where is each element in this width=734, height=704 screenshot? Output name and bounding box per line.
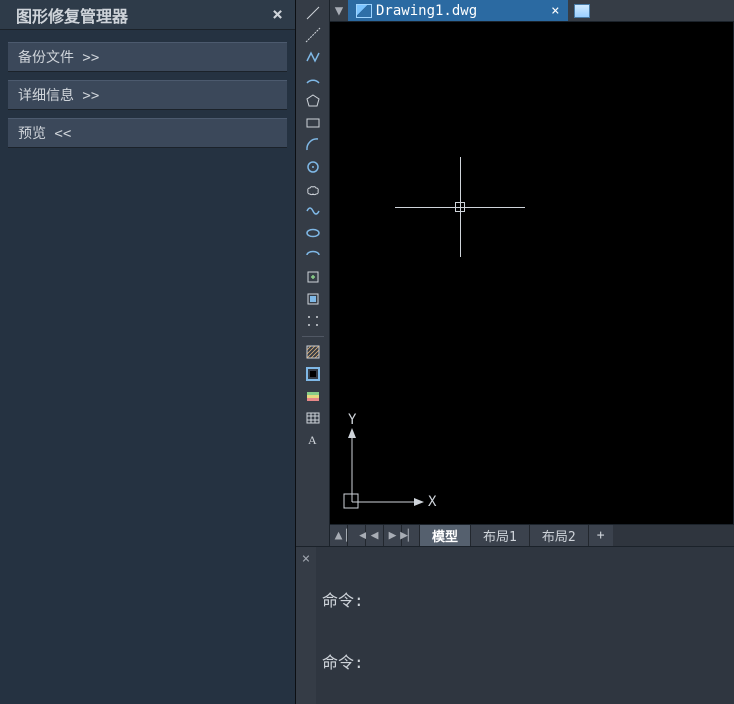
drawing-area: ▼ Drawing1.dwg × Y bbox=[330, 0, 734, 546]
file-tab-close-icon[interactable]: × bbox=[551, 3, 559, 19]
file-tab-dropdown-icon[interactable]: ▼ bbox=[330, 0, 348, 21]
tool-revision-cloud[interactable] bbox=[302, 180, 324, 198]
layout-tab-label: 布局2 bbox=[542, 526, 576, 545]
file-tab-label: Drawing1.dwg bbox=[376, 3, 477, 19]
drawing-canvas[interactable]: Y X bbox=[330, 22, 734, 524]
recovery-panel: 图形修复管理器 × 备份文件 >> 详细信息 >> 预览 << bbox=[0, 0, 296, 704]
layout-tab-label: 模型 bbox=[432, 526, 458, 545]
command-panel-close-icon[interactable]: × bbox=[296, 547, 316, 704]
layout-tab-1[interactable]: 布局1 bbox=[471, 525, 530, 546]
tool-line[interactable] bbox=[302, 4, 324, 22]
recovery-section-preview[interactable]: 预览 << bbox=[8, 118, 287, 148]
recovery-body: 备份文件 >> 详细信息 >> 预览 << bbox=[0, 30, 295, 160]
tool-rectangle[interactable] bbox=[302, 114, 324, 132]
command-history[interactable]: 命令: 命令: 命令: '_help 命令: 命令: 命令: _drawingr… bbox=[316, 547, 734, 704]
tool-table[interactable] bbox=[302, 409, 324, 427]
ucs-icon: Y X bbox=[338, 420, 434, 516]
layout-tab-add[interactable]: + bbox=[589, 525, 613, 546]
tool-polygon[interactable] bbox=[302, 92, 324, 110]
recovery-panel-title: 图形修复管理器 bbox=[16, 3, 128, 27]
ucs-y-label: Y bbox=[348, 412, 357, 428]
layout-nav-last-icon[interactable]: ▶⎸ bbox=[402, 525, 420, 546]
command-line: 命令: bbox=[322, 651, 728, 675]
layout-tab-2[interactable]: 布局2 bbox=[530, 525, 589, 546]
recovery-section-details[interactable]: 详细信息 >> bbox=[8, 80, 287, 110]
new-file-icon bbox=[574, 4, 590, 18]
recovery-section-label: 预览 << bbox=[18, 126, 71, 142]
layout-tab-bar: ▲ ⎸◀ ◀ ▶ ▶⎸ 模型 布局1 布局2 + bbox=[330, 524, 734, 546]
tool-make-block[interactable] bbox=[302, 290, 324, 308]
layout-tab-label: 布局1 bbox=[483, 526, 517, 545]
ucs-x-label: X bbox=[428, 494, 437, 510]
file-tab-new[interactable] bbox=[568, 0, 596, 21]
tool-spline[interactable] bbox=[302, 202, 324, 220]
recovery-section-label: 详细信息 >> bbox=[18, 88, 99, 104]
tool-ellipse-arc[interactable] bbox=[302, 246, 324, 264]
tool-gradient[interactable] bbox=[302, 365, 324, 383]
tool-arc2[interactable] bbox=[302, 136, 324, 154]
command-panel: × 命令: 命令: 命令: '_help 命令: 命令: 命令: _drawin… bbox=[296, 546, 734, 704]
tool-hatch[interactable] bbox=[302, 343, 324, 361]
tool-polyline[interactable] bbox=[302, 48, 324, 66]
tool-construction-line[interactable] bbox=[302, 26, 324, 44]
tool-separator bbox=[302, 336, 324, 337]
file-tab-bar: ▼ Drawing1.dwg × bbox=[330, 0, 734, 22]
dwg-file-icon bbox=[356, 4, 372, 18]
draw-toolbar: A bbox=[296, 0, 330, 546]
layout-tab-model[interactable]: 模型 bbox=[420, 525, 471, 546]
recovery-section-label: 备份文件 >> bbox=[18, 50, 99, 66]
tool-ellipse[interactable] bbox=[302, 224, 324, 242]
tool-mtext[interactable]: A bbox=[302, 431, 324, 449]
recovery-panel-close-icon[interactable]: × bbox=[268, 4, 287, 25]
svg-text:A: A bbox=[308, 433, 317, 447]
file-tab-active[interactable]: Drawing1.dwg × bbox=[348, 0, 568, 21]
recovery-panel-title-bar: 图形修复管理器 × bbox=[0, 0, 295, 30]
tool-point[interactable] bbox=[302, 312, 324, 330]
tool-circle[interactable] bbox=[302, 158, 324, 176]
recovery-section-backup[interactable]: 备份文件 >> bbox=[8, 42, 287, 72]
layout-nav-first-icon[interactable]: ⎸◀ bbox=[348, 525, 366, 546]
right-area: A ▼ Drawing1.dwg × bbox=[296, 0, 734, 704]
workspace: A ▼ Drawing1.dwg × bbox=[296, 0, 734, 546]
layout-nav-prev-icon[interactable]: ◀ bbox=[366, 525, 384, 546]
command-line: 命令: bbox=[322, 589, 728, 613]
tool-insert-block[interactable] bbox=[302, 268, 324, 286]
tool-region[interactable] bbox=[302, 387, 324, 405]
tool-arc[interactable] bbox=[302, 70, 324, 88]
